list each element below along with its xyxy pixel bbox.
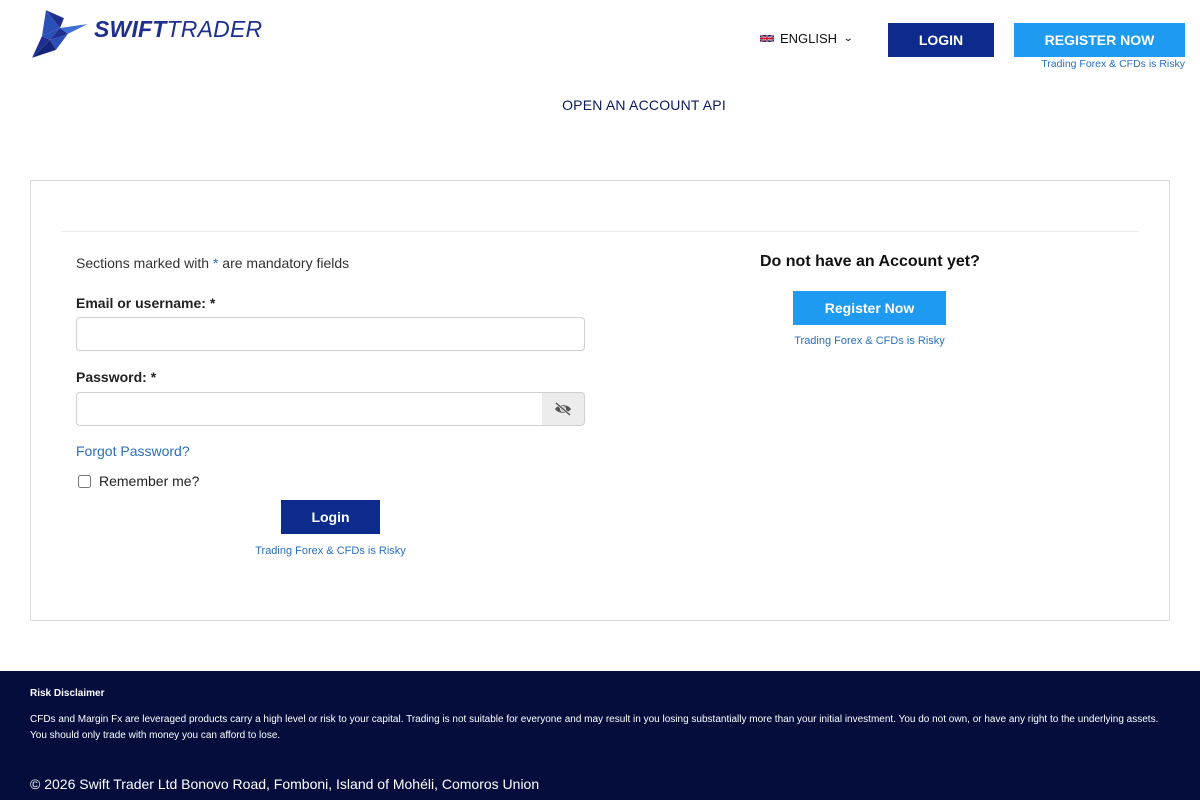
logo-wordmark: SWIFTTRADER	[94, 15, 263, 42]
uk-flag-icon	[760, 34, 774, 43]
login-risk-warning-link[interactable]: Trading Forex & CFDs is Risky	[231, 545, 430, 557]
swift-trader-logo[interactable]: SWIFTTRADER	[30, 6, 262, 60]
mandatory-note-suffix: are mandatory fields	[218, 255, 350, 271]
toggle-password-visibility-button[interactable]	[542, 392, 585, 426]
card-divider	[61, 231, 1139, 232]
remember-me-label: Remember me?	[99, 473, 200, 489]
register-risk-warning-link[interactable]: Trading Forex & CFDs is Risky	[770, 335, 969, 347]
risk-disclaimer-text: CFDs and Margin Fx are leveraged product…	[30, 714, 1159, 741]
copyright-text: © 2026 Swift Trader Ltd Bonovo Road, Fom…	[30, 776, 540, 792]
page: SWIFTTRADER ENGLISH ⌄ LOGIN REGISTER NOW…	[0, 0, 1200, 800]
swallow-logo-icon	[31, 9, 89, 59]
chevron-down-icon: ⌄	[842, 33, 854, 44]
email-field[interactable]	[76, 317, 585, 351]
risk-disclaimer-title: Risk Disclaimer	[30, 688, 105, 699]
logo-word-trader: TRADER	[166, 15, 263, 42]
remember-me[interactable]: Remember me?	[78, 473, 199, 489]
mandatory-note-prefix: Sections marked with	[76, 255, 213, 271]
header-login-button[interactable]: LOGIN	[888, 23, 994, 57]
logo-word-swift: SWIFT	[94, 15, 167, 42]
login-submit-button[interactable]: Login	[281, 500, 380, 534]
register-now-button[interactable]: Register Now	[793, 291, 946, 325]
mandatory-fields-note: Sections marked with * are mandatory fie…	[76, 255, 349, 271]
eye-slash-icon	[555, 402, 571, 416]
password-label: Password: *	[76, 369, 157, 385]
language-label: ENGLISH	[780, 31, 838, 46]
login-card: Sections marked with * are mandatory fie…	[30, 180, 1170, 621]
header-register-button[interactable]: REGISTER NOW	[1014, 23, 1185, 57]
footer: Risk Disclaimer CFDs and Margin Fx are l…	[0, 671, 1200, 800]
remember-me-checkbox[interactable]	[78, 474, 91, 488]
language-selector[interactable]: ENGLISH ⌄	[760, 31, 854, 46]
email-label: Email or username: *	[76, 295, 216, 311]
password-field[interactable]	[76, 392, 543, 426]
header-risk-warning-link[interactable]: Trading Forex & CFDs is Risky	[1041, 58, 1185, 70]
open-account-api-link[interactable]: OPEN AN ACCOUNT API	[0, 97, 1200, 113]
no-account-heading: Do not have an Account yet?	[760, 253, 980, 270]
forgot-password-link[interactable]: Forgot Password?	[76, 443, 190, 459]
